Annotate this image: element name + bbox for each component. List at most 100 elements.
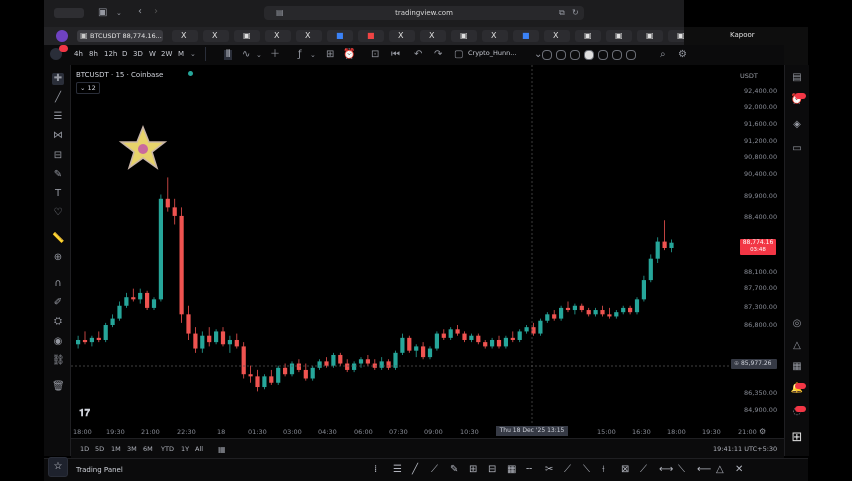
- magnet-icon[interactable]: ∩: [52, 278, 64, 290]
- drawing-tool-icon[interactable]: ⊟: [488, 465, 496, 475]
- candles-icon[interactable]: ⫴: [224, 50, 233, 60]
- date-range-icon[interactable]: ▦: [218, 445, 226, 455]
- chevron-down-icon[interactable]: ⌄: [116, 8, 122, 18]
- settings-icon[interactable]: ⚙: [678, 50, 687, 60]
- broker-circle-icon[interactable]: [556, 50, 566, 60]
- browser-tab[interactable]: X: [544, 30, 570, 42]
- broker-circle-icon[interactable]: [584, 50, 594, 60]
- drawing-tool-icon[interactable]: ⟍: [583, 465, 590, 475]
- redo-icon[interactable]: ↷: [434, 50, 442, 60]
- drawing-tool-icon[interactable]: ✎: [450, 465, 458, 475]
- trash-icon[interactable]: 🗑: [52, 381, 65, 393]
- trading-panel-label[interactable]: Trading Panel: [76, 466, 123, 474]
- favorites-star-button[interactable]: ☆: [48, 457, 68, 477]
- ideas-icon[interactable]: △: [790, 339, 804, 353]
- fib-retracement-icon[interactable]: ☰: [52, 111, 64, 123]
- indicators-icon[interactable]: ƒ: [298, 50, 302, 60]
- drawing-tool-icon[interactable]: ⊞: [469, 465, 477, 475]
- browser-tab[interactable]: ▣: [606, 30, 632, 42]
- broker-circle-icon[interactable]: [626, 50, 636, 60]
- symbol-info[interactable]: BTCUSDT · 15 · Coinbase: [76, 71, 163, 79]
- drawing-tool-icon[interactable]: ⟍: [678, 465, 685, 475]
- chat-icon[interactable]: ▭: [790, 142, 804, 156]
- layers-icon[interactable]: ◈: [790, 118, 804, 132]
- interval-m[interactable]: M: [178, 50, 184, 58]
- drawing-tool-icon[interactable]: ⟊: [602, 465, 605, 475]
- chart-canvas[interactable]: [71, 65, 784, 438]
- calendar-icon[interactable]: ▦: [790, 360, 804, 374]
- screenshot-icon[interactable]: ⊡: [371, 50, 379, 60]
- drawing-tool-icon[interactable]: ╌: [526, 465, 532, 475]
- range-button-5d[interactable]: 5D: [95, 445, 104, 453]
- broker-circle-icon[interactable]: [542, 50, 552, 60]
- crosshair-icon[interactable]: ✚: [52, 73, 64, 85]
- drawing-tool-icon[interactable]: △: [716, 465, 724, 475]
- clock-readout[interactable]: 19:41:11 UTC+5:30: [713, 445, 777, 453]
- browser-tab[interactable]: ▣: [637, 30, 663, 42]
- address-bar[interactable]: ▤ tradingview.com ⧉ ↻: [264, 6, 584, 20]
- drawing-tool-icon[interactable]: ⁞: [374, 465, 377, 475]
- browser-tab[interactable]: X: [203, 30, 229, 42]
- range-button-ytd[interactable]: YTD: [161, 445, 174, 453]
- chart-type-dropdown-icon[interactable]: ⌄: [256, 50, 262, 60]
- target-icon[interactable]: ◎: [790, 317, 804, 331]
- indicators-dropdown-icon[interactable]: ⌄: [310, 50, 316, 60]
- chart-pane[interactable]: BTCUSDT · 15 · Coinbase ⌄ 12 USDT 92,400…: [71, 65, 784, 438]
- drawing-tool-icon[interactable]: ✂: [545, 465, 553, 475]
- range-button-1d[interactable]: 1D: [80, 445, 89, 453]
- forward-icon[interactable]: ›: [154, 7, 158, 17]
- drawing-tool-icon[interactable]: ☰: [393, 465, 402, 475]
- tabs-overview-icon[interactable]: ▣: [98, 8, 107, 18]
- interval-4h[interactable]: 4h: [74, 50, 83, 58]
- interval-2w[interactable]: 2W: [161, 50, 172, 58]
- browser-tab[interactable]: ▣: [451, 30, 477, 42]
- browser-tab[interactable]: ■: [513, 30, 539, 42]
- watchlist-icon[interactable]: ▤: [790, 71, 804, 85]
- compare-icon[interactable]: ＋: [270, 50, 280, 60]
- broker-circle-icon[interactable]: [570, 50, 580, 60]
- back-icon[interactable]: ‹: [138, 7, 142, 17]
- ruler-icon[interactable]: 📏: [52, 233, 64, 245]
- broker-circle-icon[interactable]: [598, 50, 608, 60]
- indicators-toggle[interactable]: ⌄ 12: [76, 82, 100, 94]
- favorites-icon[interactable]: ♡: [52, 207, 64, 219]
- browser-tab[interactable]: X: [265, 30, 291, 42]
- reload-icon[interactable]: ↻: [572, 8, 579, 18]
- browser-tab[interactable]: ▣: [575, 30, 601, 42]
- browser-tab[interactable]: ■: [358, 30, 384, 42]
- apps-grid-icon[interactable]: ⊞: [790, 431, 804, 445]
- drawing-tool-icon[interactable]: ▦: [507, 465, 516, 475]
- trend-line-icon[interactable]: ╱: [52, 92, 64, 104]
- browser-tab[interactable]: X: [296, 30, 322, 42]
- interval-8h[interactable]: 8h: [89, 50, 98, 58]
- interval-d[interactable]: D: [122, 50, 127, 58]
- templates-icon[interactable]: ⊞: [326, 50, 334, 60]
- drawing-tool-icon[interactable]: ⟋: [431, 465, 438, 475]
- broker-circle-icon[interactable]: [612, 50, 622, 60]
- zoom-icon[interactable]: ⊕: [52, 252, 64, 264]
- browser-tab[interactable]: X: [389, 30, 415, 42]
- browser-tab[interactable]: ▣: [234, 30, 260, 42]
- drawing-tool-icon[interactable]: ╱: [412, 465, 418, 475]
- range-button-1y[interactable]: 1Y: [181, 445, 189, 453]
- range-button-3m[interactable]: 3M: [127, 445, 137, 453]
- visibility-icon[interactable]: ◉: [52, 336, 64, 348]
- replay-icon[interactable]: ⏮: [391, 50, 400, 60]
- interval-w[interactable]: W: [149, 50, 156, 58]
- layout-icon[interactable]: ▢: [454, 50, 463, 60]
- pattern-icon[interactable]: ⋈: [52, 130, 64, 142]
- plus-icon[interactable]: ⊕: [734, 360, 739, 367]
- drawing-tool-icon[interactable]: ⊠: [621, 465, 629, 475]
- brush-icon[interactable]: ✎: [52, 169, 64, 181]
- browser-tab[interactable]: X: [420, 30, 446, 42]
- interval-dropdown-icon[interactable]: ⌄: [190, 50, 196, 58]
- translate-icon[interactable]: ⧉: [559, 8, 565, 18]
- undo-icon[interactable]: ↶: [414, 50, 422, 60]
- text-icon[interactable]: T: [52, 188, 64, 200]
- drawing-tool-icon[interactable]: ⟋: [640, 465, 647, 475]
- search-icon[interactable]: ⌕: [660, 50, 666, 60]
- interval-3d[interactable]: 3D: [133, 50, 143, 58]
- drawing-tool-icon[interactable]: ⟵: [697, 465, 711, 475]
- lock-icon[interactable]: ⛭: [52, 316, 64, 328]
- tab-active[interactable]: ▣ BTCUSDT 88,774.16...: [77, 30, 163, 42]
